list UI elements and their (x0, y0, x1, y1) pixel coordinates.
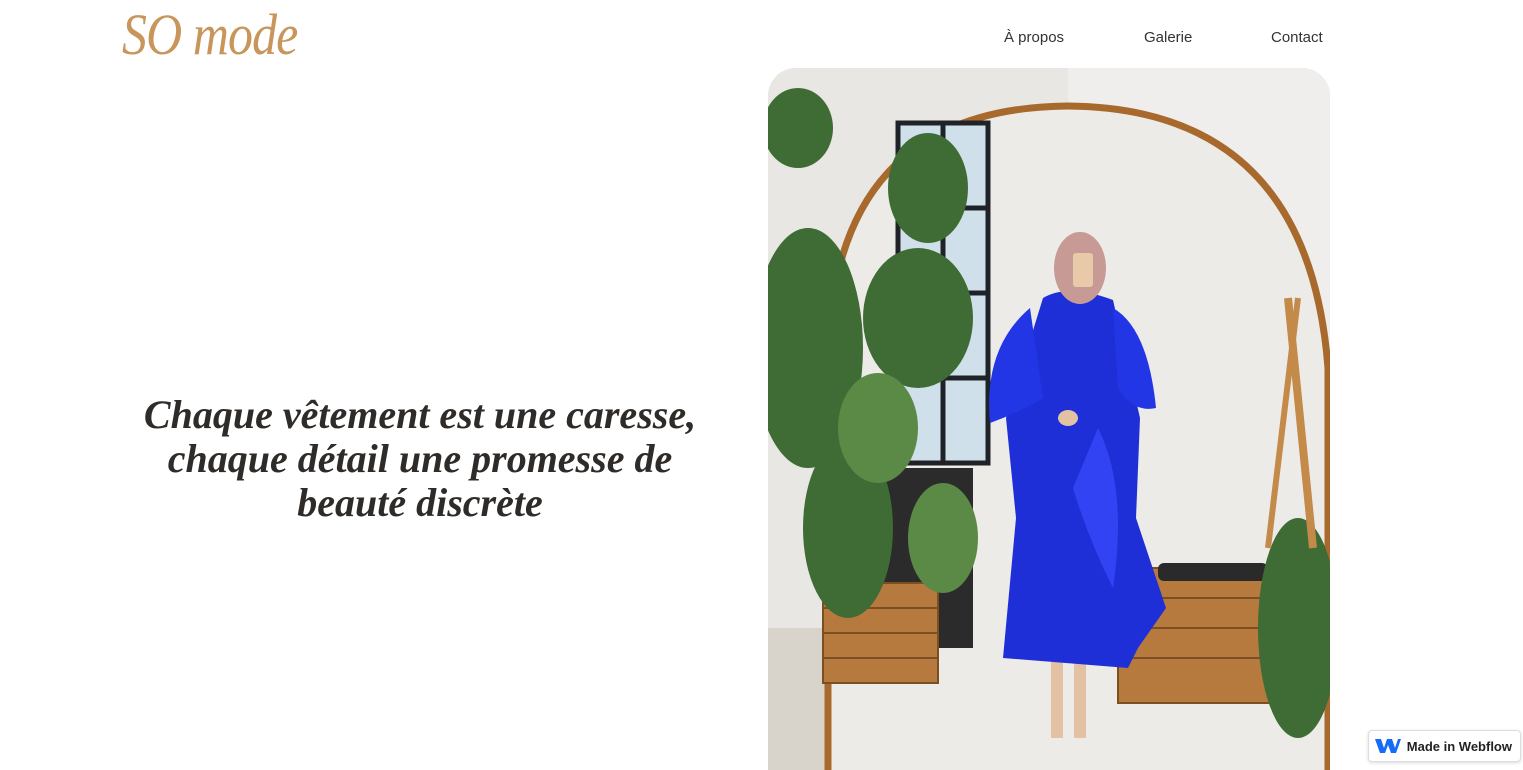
hero-image (768, 68, 1330, 770)
made-in-webflow-badge[interactable]: Made in Webflow (1367, 730, 1521, 762)
page: SO mode À propos Galerie Contact Chaque … (0, 0, 1523, 770)
webflow-logo-icon (1374, 738, 1401, 754)
badge-label: Made in Webflow (1406, 738, 1512, 754)
hero-photo (768, 68, 1330, 770)
nav-link-a-propos[interactable]: À propos (1004, 28, 1064, 48)
nav-link-contact[interactable]: Contact (1271, 28, 1323, 48)
hero-tagline: Chaque vêtement est une caresse, chaque … (143, 391, 697, 525)
site-logo[interactable]: SO mode (122, 2, 298, 68)
nav-link-galerie[interactable]: Galerie (1144, 28, 1192, 48)
